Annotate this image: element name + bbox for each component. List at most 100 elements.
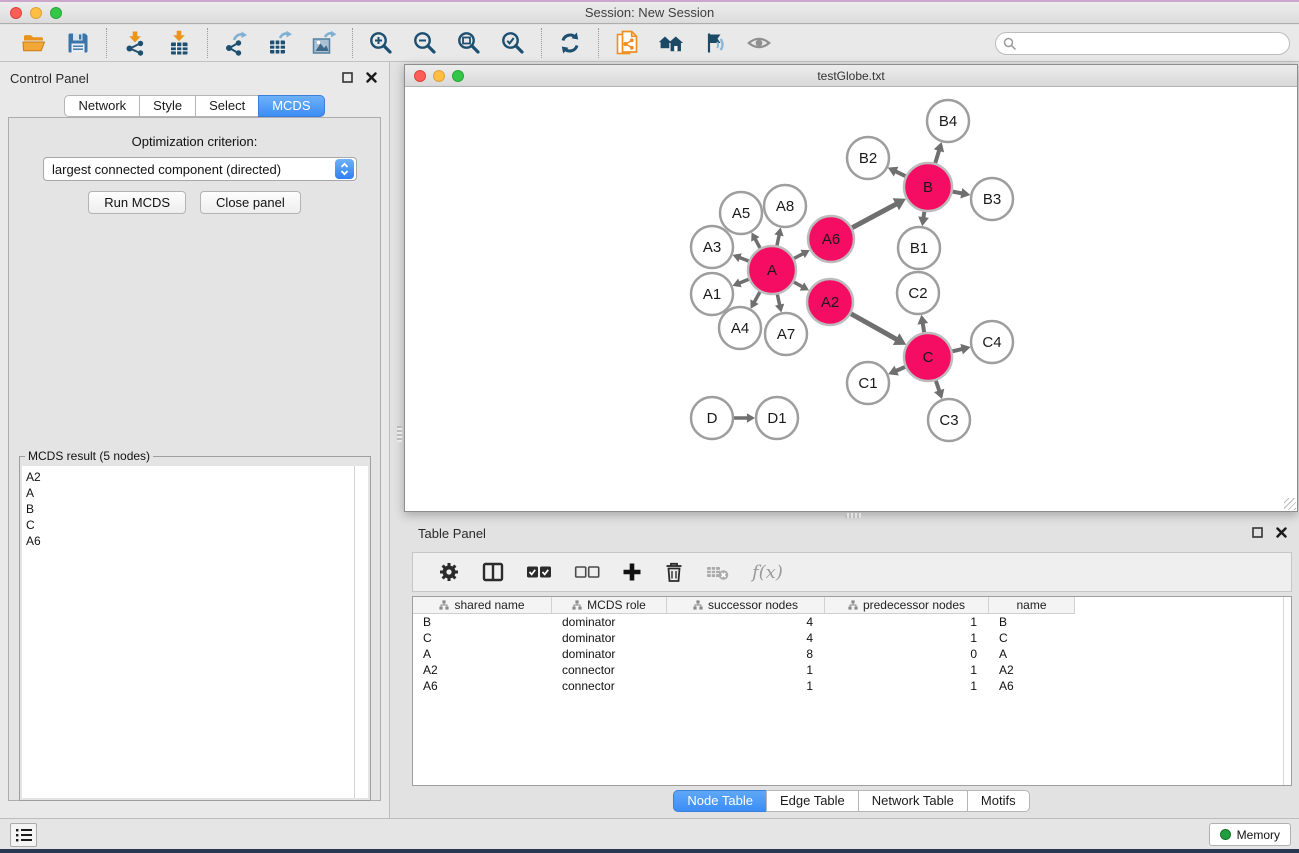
show-panels-list-button[interactable] (10, 823, 37, 847)
mcds-result-item[interactable]: A2 (26, 469, 354, 485)
graph-edge-C-C2[interactable] (923, 323, 924, 332)
table-cell: 1 (825, 662, 989, 678)
tab-network[interactable]: Network (64, 95, 140, 117)
graph-edge-A-A1[interactable] (739, 279, 749, 283)
control-panel: Control Panel Network Style Select MCDS … (0, 62, 390, 818)
tab-motifs[interactable]: Motifs (967, 790, 1030, 812)
graph-node-label: A6 (822, 231, 840, 248)
close-panel-button[interactable]: Close panel (200, 191, 301, 214)
export-image-icon[interactable] (311, 28, 337, 58)
table-cell: A2 (989, 662, 1075, 678)
table-row[interactable]: Cdominator41C (413, 630, 1291, 646)
toolbar-separator (352, 28, 353, 58)
titlebar: Session: New Session (0, 2, 1299, 24)
graph-edge-A-A6[interactable] (794, 253, 803, 258)
table-row[interactable]: A6connector11A6 (413, 678, 1291, 694)
import-table-icon[interactable] (166, 28, 192, 58)
graph-edge-A-A4[interactable] (754, 292, 760, 303)
add-column-icon[interactable] (622, 562, 642, 582)
search-field[interactable] (995, 32, 1290, 55)
graph-edge-A-A5[interactable] (755, 239, 760, 249)
graph-edge-A-A8[interactable] (777, 234, 779, 245)
gear-icon[interactable] (438, 561, 460, 583)
run-mcds-button[interactable]: Run MCDS (88, 191, 186, 214)
mcds-result-scrollbar[interactable] (354, 466, 368, 798)
search-icon (1003, 37, 1017, 51)
tab-node-table[interactable]: Node Table (673, 790, 767, 812)
close-panel-icon[interactable] (366, 72, 377, 83)
memory-button[interactable]: Memory (1209, 823, 1291, 846)
zoom-selected-icon[interactable] (500, 28, 526, 58)
mcds-result-item[interactable]: C (26, 517, 354, 533)
refresh-layout-icon[interactable] (557, 28, 583, 58)
toolbar-separator (207, 28, 208, 58)
delete-column-icon[interactable] (664, 561, 684, 583)
column-header-mcds-role[interactable]: MCDS role (552, 597, 667, 614)
zoom-in-icon[interactable] (368, 28, 394, 58)
column-header-predecessor-nodes[interactable]: predecessor nodes (825, 597, 989, 614)
graph-edge-A-A7[interactable] (777, 294, 779, 305)
network-window-titlebar[interactable]: testGlobe.txt (405, 65, 1297, 87)
column-header-successor-nodes[interactable]: successor nodes (667, 597, 825, 614)
vertical-splitter-grip[interactable] (397, 426, 402, 442)
mcds-result-item[interactable]: A (26, 485, 354, 501)
column-header-name[interactable]: name (989, 597, 1075, 614)
tab-select[interactable]: Select (195, 95, 259, 117)
table-row[interactable]: Adominator80A (413, 646, 1291, 662)
mcds-result-legend: MCDS result (5 nodes) (25, 449, 153, 463)
mcds-result-item[interactable]: B (26, 501, 354, 517)
float-panel-icon[interactable] (342, 72, 353, 83)
graph-edge-B-B3[interactable] (953, 192, 963, 194)
close-table-panel-icon[interactable] (1276, 527, 1287, 538)
graph-edge-C-C3[interactable] (936, 381, 940, 392)
graph-edge-C-C1[interactable] (896, 367, 905, 371)
mcds-result-list[interactable]: A2ABCA6 (22, 466, 354, 798)
tab-style[interactable]: Style (139, 95, 196, 117)
graph-edge-A6-B[interactable] (852, 204, 897, 228)
graphics-details-flag-icon[interactable] (702, 28, 728, 58)
tab-network-table[interactable]: Network Table (858, 790, 968, 812)
table-cell: A6 (413, 678, 552, 694)
table-scrollbar[interactable] (1283, 597, 1291, 785)
tab-mcds[interactable]: MCDS (258, 95, 324, 117)
home-layout-icon[interactable] (658, 28, 684, 58)
table-row[interactable]: Bdominator41B (413, 614, 1291, 630)
float-table-panel-icon[interactable] (1252, 527, 1263, 538)
graph-edge-A-A3[interactable] (739, 257, 749, 261)
zoom-fit-icon[interactable] (456, 28, 482, 58)
window-resize-grip[interactable] (1284, 498, 1296, 510)
delete-table-icon[interactable] (706, 563, 730, 581)
graph-edge-C-C4[interactable] (952, 349, 962, 351)
graph-edge-A-A2[interactable] (794, 282, 803, 287)
graph-edge-B-B4[interactable] (935, 150, 939, 163)
control-panel-title: Control Panel (10, 71, 89, 86)
network-canvas[interactable]: B4B2BB3A8A5A6A3B1AA1C2A2A4A7C4CC1DD1C3 (405, 87, 1297, 511)
save-session-icon[interactable] (65, 28, 91, 58)
zoom-out-icon[interactable] (412, 28, 438, 58)
birdseye-eye-icon[interactable] (746, 28, 772, 58)
function-builder-icon[interactable]: f(x) (752, 562, 783, 583)
export-network-icon[interactable] (223, 28, 249, 58)
table-row[interactable]: A2connector11A2 (413, 662, 1291, 678)
table-cell: B (413, 614, 552, 630)
split-column-icon[interactable] (482, 562, 504, 582)
tab-edge-table[interactable]: Edge Table (766, 790, 859, 812)
graph-edge-A2-C[interactable] (851, 314, 897, 340)
import-network-icon[interactable] (122, 28, 148, 58)
deselect-all-checkboxes-icon[interactable] (574, 565, 600, 579)
table-cell: A (989, 646, 1075, 662)
session-title: Session: New Session (0, 5, 1299, 20)
graph-node-label: B (923, 179, 933, 196)
open-session-icon[interactable] (21, 28, 47, 58)
table-cell: dominator (552, 614, 667, 630)
open-network-document-icon[interactable] (614, 28, 640, 58)
mcds-result-item[interactable]: A6 (26, 533, 354, 549)
horizontal-splitter-grip[interactable] (845, 513, 861, 518)
graph-edge-B-B2[interactable] (895, 171, 905, 176)
export-table-icon[interactable] (267, 28, 293, 58)
network-window-title: testGlobe.txt (405, 69, 1297, 83)
column-header-shared-name[interactable]: shared name (413, 597, 552, 614)
criterion-dropdown[interactable]: largest connected component (directed) (43, 157, 357, 181)
select-all-checkboxes-icon[interactable] (526, 565, 552, 579)
search-input[interactable] (1022, 37, 1289, 51)
